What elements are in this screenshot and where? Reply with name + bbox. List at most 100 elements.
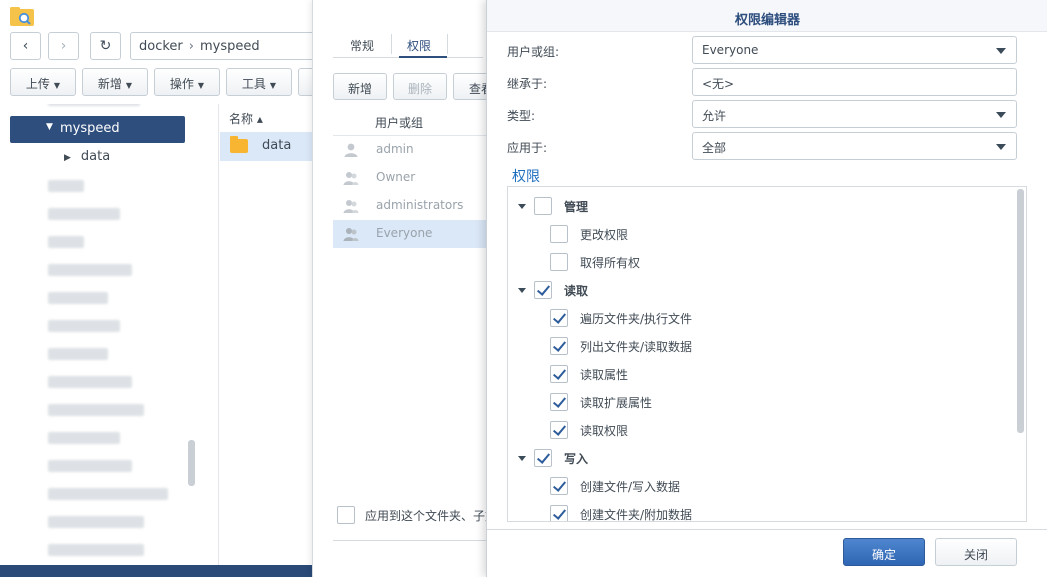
file-station-app-icon <box>10 7 34 26</box>
expand-arrow-icon[interactable] <box>518 204 526 209</box>
tree-item-obscured <box>48 460 132 472</box>
forward-button[interactable]: › <box>48 32 79 60</box>
permission-tree: 管理 更改权限 取得所有权 读取 遍历文件夹/执行文件 列出文件夹/读取数据 读… <box>507 186 1027 522</box>
permission-item[interactable]: 创建文件/写入数据 <box>550 477 850 505</box>
permission-checkbox[interactable] <box>550 505 568 521</box>
tree-item-obscured <box>48 264 132 276</box>
permission-checkbox[interactable] <box>550 309 568 327</box>
permission-item[interactable]: 读取属性 <box>550 365 850 393</box>
close-button[interactable]: 关闭 <box>935 538 1017 566</box>
caret-down-icon: ▼ <box>53 81 61 90</box>
tree-item-obscured <box>48 208 120 220</box>
permissions-section-title: 权限 <box>512 169 540 185</box>
path-bar[interactable]: docker › myspeed <box>130 32 320 60</box>
tree-scrollbar[interactable] <box>188 440 195 486</box>
permission-checkbox[interactable] <box>550 421 568 439</box>
group-label: 写入 <box>564 452 589 466</box>
caret-down-icon: ▼ <box>197 81 205 90</box>
permission-item[interactable]: 创建文件夹/附加数据 <box>550 505 850 521</box>
expanded-arrow-icon: ▼ <box>46 122 53 132</box>
tree-item-obscured <box>48 320 120 332</box>
permission-group-read[interactable]: 读取 <box>518 281 818 309</box>
file-row-data[interactable]: data <box>220 132 319 161</box>
create-permission-button[interactable]: 新增 <box>333 73 387 100</box>
tree-item-obscured <box>48 404 144 416</box>
permission-label: 取得所有权 <box>580 256 641 270</box>
permission-row[interactable]: Owner <box>333 164 493 192</box>
permission-label: 更改权限 <box>580 228 629 242</box>
permission-row-selected[interactable]: Everyone <box>333 220 493 248</box>
group-icon <box>343 172 359 185</box>
expand-arrow-icon[interactable] <box>518 456 526 461</box>
type-select[interactable]: 允许 <box>692 100 1017 128</box>
action-button[interactable]: 操作 ▼ <box>154 68 220 96</box>
tree-item-obscured <box>48 236 84 248</box>
apply-to-select[interactable]: 全部 <box>692 132 1017 160</box>
expand-arrow-icon[interactable] <box>518 288 526 293</box>
permission-item[interactable]: 读取权限 <box>550 421 850 449</box>
dialog-title: 权限编辑器 <box>487 0 1047 32</box>
column-header-user[interactable]: 用户或组 <box>333 108 493 136</box>
upload-label: 上传 <box>25 77 50 91</box>
delete-permission-button[interactable]: 删除 <box>393 73 447 100</box>
permission-checkbox[interactable] <box>550 337 568 355</box>
back-button[interactable]: ‹ <box>10 32 41 60</box>
user-group-select[interactable]: Everyone <box>692 36 1017 64</box>
permission-checkbox[interactable] <box>550 365 568 383</box>
file-list: 名称 ▴ data <box>218 104 319 577</box>
upload-button[interactable]: 上传 ▼ <box>10 68 76 96</box>
permission-item[interactable]: 更改权限 <box>550 225 850 253</box>
refresh-button[interactable]: ↻ <box>90 32 121 60</box>
permission-checkbox[interactable] <box>550 225 568 243</box>
permission-label: 遍历文件夹/执行文件 <box>580 312 693 326</box>
caret-down-icon: ▼ <box>269 81 277 90</box>
permission-item[interactable]: 列出文件夹/读取数据 <box>550 337 850 365</box>
permission-editor-dialog: 权限编辑器 用户或组: Everyone 继承于: <无> 类型: 允许 应用于… <box>486 0 1047 577</box>
inherit-label: 继承于: <box>507 77 548 91</box>
path-segment[interactable]: docker <box>139 39 183 54</box>
permission-item[interactable]: 取得所有权 <box>550 253 850 281</box>
permission-scrollbar[interactable] <box>1017 189 1024 433</box>
permission-label: 读取权限 <box>580 424 629 438</box>
dropdown-arrow-icon <box>996 48 1006 54</box>
properties-tabs: 常规 权限 <box>333 30 483 58</box>
tools-button[interactable]: 工具 ▼ <box>226 68 292 96</box>
permission-group-manage[interactable]: 管理 <box>518 197 818 225</box>
inherit-field: <无> <box>692 68 1017 96</box>
permission-checkbox[interactable] <box>550 477 568 495</box>
path-segment[interactable]: myspeed <box>200 39 260 54</box>
permission-item[interactable]: 读取扩展属性 <box>550 393 850 421</box>
permission-row[interactable]: administrators <box>333 192 493 220</box>
permission-checkbox[interactable] <box>550 253 568 271</box>
tab-permission[interactable]: 权限 <box>407 37 431 54</box>
permission-label: 读取扩展属性 <box>580 396 653 410</box>
permission-checkbox[interactable] <box>550 393 568 411</box>
tab-general[interactable]: 常规 <box>350 37 374 54</box>
group-checkbox[interactable] <box>534 281 552 299</box>
group-checkbox[interactable] <box>534 449 552 467</box>
tree-item-label: myspeed <box>60 121 120 136</box>
create-button[interactable]: 新增 ▼ <box>82 68 148 96</box>
group-label: 读取 <box>564 284 589 298</box>
tree-item-data[interactable]: ▶ data <box>64 149 110 164</box>
group-icon <box>343 200 359 213</box>
ok-button[interactable]: 确定 <box>843 538 925 566</box>
column-header-name[interactable]: 名称 ▴ <box>229 110 263 127</box>
path-separator-icon: › <box>188 39 194 54</box>
permission-row[interactable]: admin <box>333 136 493 164</box>
permission-group-write[interactable]: 写入 <box>518 449 818 477</box>
dropdown-arrow-icon <box>996 112 1006 118</box>
tree-item-myspeed[interactable]: ▼ myspeed <box>10 116 185 143</box>
group-checkbox[interactable] <box>534 197 552 215</box>
tree-item-obscured <box>48 292 108 304</box>
inherit-value: <无> <box>702 77 735 91</box>
refresh-icon: ↻ <box>99 38 112 54</box>
user-name: Owner <box>376 170 416 184</box>
tree-item-obscured <box>48 488 168 500</box>
file-name: data <box>262 138 292 153</box>
permission-label: 创建文件/写入数据 <box>580 480 681 494</box>
user-name: admin <box>376 142 414 156</box>
apply-to-children-checkbox[interactable] <box>337 506 355 524</box>
folder-tree: ▼ myspeed ▶ data <box>0 104 200 577</box>
permission-item[interactable]: 遍历文件夹/执行文件 <box>550 309 850 337</box>
